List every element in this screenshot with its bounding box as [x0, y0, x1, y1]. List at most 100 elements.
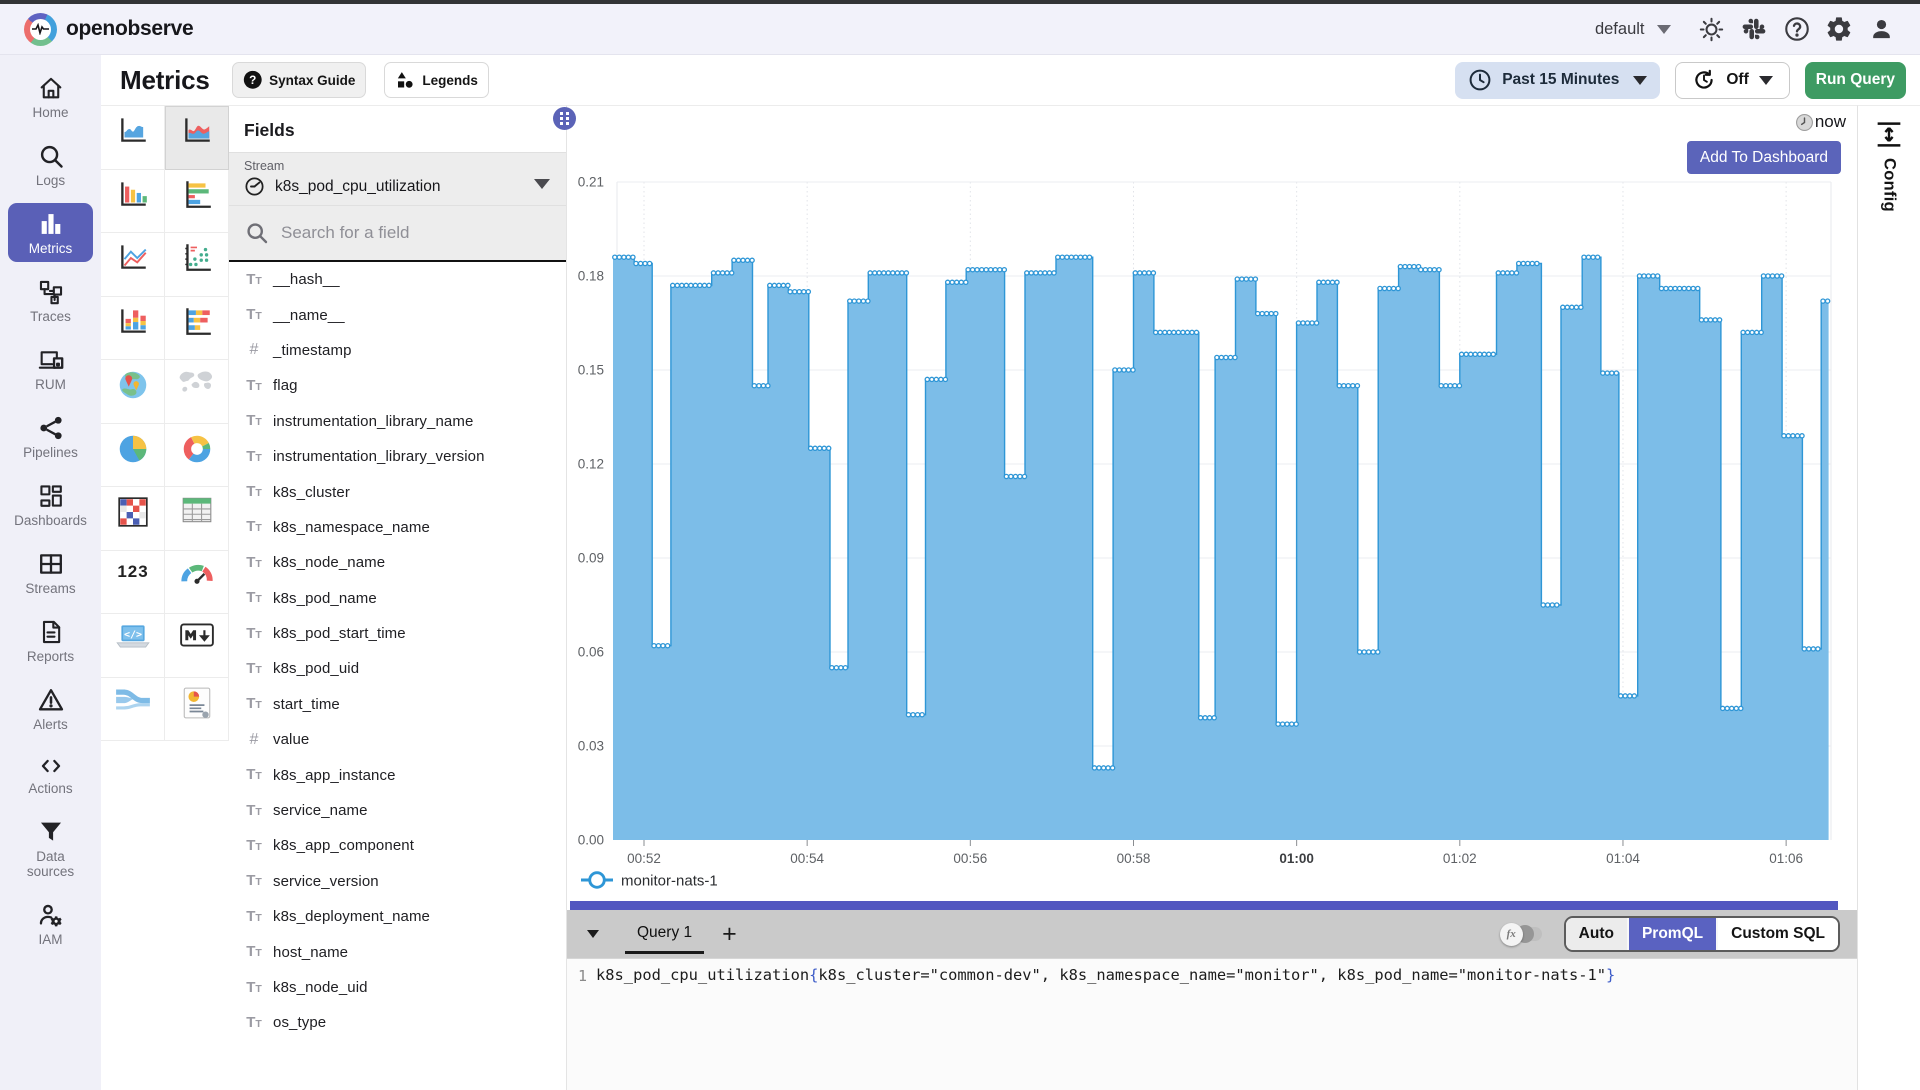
metrics-area-chart[interactable]: 0.000.030.060.090.120.150.180.2100:5200:…	[567, 106, 1857, 901]
field-item-__hash__[interactable]: TT__hash__	[229, 262, 566, 297]
chart-type-heatmap-icon	[116, 495, 150, 529]
field-item-k8s_cluster[interactable]: TTk8s_cluster	[229, 474, 566, 509]
sidebar-item-pipelines[interactable]: Pipelines	[8, 407, 93, 466]
mode-auto-button[interactable]: Auto	[1566, 918, 1629, 950]
legends-button[interactable]: Legends	[384, 62, 489, 98]
field-item-value[interactable]: #value	[229, 722, 566, 757]
sidebar-item-traces[interactable]: Traces	[8, 271, 93, 330]
sidebar-item-metrics[interactable]: Metrics	[8, 203, 93, 262]
chart-type-stacked[interactable]	[101, 297, 165, 361]
field-item-k8s_app_component[interactable]: TTk8s_app_component	[229, 828, 566, 863]
chart-type-markdown[interactable]	[165, 614, 229, 678]
chart-type-area-stacked[interactable]	[165, 106, 229, 170]
sidebar-item-data-sources[interactable]: Datasources	[8, 811, 93, 885]
legend-monitor-nats-1[interactable]: monitor-nats-1	[581, 873, 718, 890]
add-to-dashboard-button[interactable]: Add To Dashboard	[1687, 141, 1841, 174]
mode-custom-sql-button[interactable]: Custom SQL	[1718, 918, 1838, 950]
text-field-icon: TT	[244, 766, 264, 784]
chart-type-custom-chart[interactable]	[165, 678, 229, 742]
topbar: openobserve default	[0, 4, 1920, 55]
sidebar-item-label: Reports	[27, 649, 74, 664]
field-item-k8s_deployment_name[interactable]: TTk8s_deployment_name	[229, 899, 566, 934]
query-toolbar: Query 1 + fx Auto PromQL Custom SQL	[567, 910, 1857, 958]
mode-promql-button[interactable]: PromQL	[1629, 918, 1718, 950]
fields-panel: Fields Stream k8s_pod_cpu_utilization Se…	[229, 105, 567, 1090]
chart-type-table[interactable]	[165, 487, 229, 551]
settings-gear-icon[interactable]	[1818, 8, 1861, 50]
field-item-start_time[interactable]: TTstart_time	[229, 687, 566, 722]
chart-type-gauge[interactable]	[165, 551, 229, 615]
theme-toggle-icon[interactable]	[1691, 8, 1734, 50]
openobserve-logo[interactable]: openobserve	[24, 13, 193, 46]
org-selector[interactable]: default	[1595, 20, 1671, 39]
text-field-icon: TT	[244, 554, 264, 572]
sidebar-item-label: Metrics	[29, 241, 73, 256]
field-item-instrumentation_library_name[interactable]: TTinstrumentation_library_name	[229, 404, 566, 439]
field-item-instrumentation_library_version[interactable]: TTinstrumentation_library_version	[229, 439, 566, 474]
field-item-k8s_pod_uid[interactable]: TTk8s_pod_uid	[229, 651, 566, 686]
config-tab[interactable]: Config	[1875, 120, 1904, 212]
help-icon[interactable]	[1776, 8, 1819, 50]
field-item-__name__[interactable]: TT__name__	[229, 297, 566, 332]
field-item-k8s_app_instance[interactable]: TTk8s_app_instance	[229, 757, 566, 792]
chart-type-h-stacked[interactable]	[165, 297, 229, 361]
query-editor[interactable]: 1 k8s_pod_cpu_utilization{k8s_cluster="c…	[567, 958, 1857, 1090]
chart-type-h-bar[interactable]	[165, 170, 229, 234]
chart-type-maps[interactable]	[165, 360, 229, 424]
sidebar-item-streams[interactable]: Streams	[8, 543, 93, 602]
chart-type-area[interactable]	[101, 106, 165, 170]
syntax-guide-button[interactable]: ? Syntax Guide	[232, 62, 367, 98]
field-item-k8s_node_name[interactable]: TTk8s_node_name	[229, 545, 566, 580]
panel-drag-handle[interactable]	[553, 107, 576, 130]
chart-type-metric-text[interactable]: 123	[101, 551, 165, 615]
stream-select[interactable]: Stream k8s_pod_cpu_utilization	[229, 152, 566, 206]
config-rail: Config	[1857, 105, 1920, 1090]
sidebar-item-reports[interactable]: Reports	[8, 611, 93, 670]
sidebar-item-alerts[interactable]: Alerts	[8, 679, 93, 738]
sidebar-item-logs[interactable]: Logs	[8, 135, 93, 194]
query-tab[interactable]: Query 1	[623, 914, 706, 954]
field-item-flag[interactable]: TTflag	[229, 368, 566, 403]
field-item-_timestamp[interactable]: #_timestamp	[229, 333, 566, 368]
chart-type-donut[interactable]	[165, 424, 229, 488]
sidebar-item-label: Alerts	[33, 717, 68, 732]
field-item-host_name[interactable]: TThost_name	[229, 934, 566, 969]
field-item-k8s_namespace_name[interactable]: TTk8s_namespace_name	[229, 510, 566, 545]
chart-type-sankey[interactable]	[101, 678, 165, 742]
sidebar-item-rum[interactable]: RUM	[8, 339, 93, 398]
sidebar-item-dashboards[interactable]: Dashboards	[8, 475, 93, 534]
field-item-service_version[interactable]: TTservice_version	[229, 864, 566, 899]
auto-refresh-button[interactable]: Off	[1675, 62, 1789, 99]
add-query-button[interactable]: +	[722, 920, 737, 949]
field-search[interactable]: Search for a field	[229, 206, 566, 262]
chart-type-heatmap[interactable]	[101, 487, 165, 551]
refresh-icon	[1692, 68, 1716, 92]
run-query-button[interactable]: Run Query	[1805, 62, 1906, 99]
sidebar-item-home[interactable]: Home	[8, 67, 93, 126]
query-text[interactable]: k8s_pod_cpu_utilization{k8s_cluster="com…	[596, 966, 1615, 1090]
question-mark-icon: ?	[243, 70, 263, 90]
sidebar-item-iam[interactable]: IAM	[8, 894, 93, 953]
field-name: __hash__	[273, 271, 340, 288]
field-item-k8s_pod_name[interactable]: TTk8s_pod_name	[229, 581, 566, 616]
field-item-k8s_pod_start_time[interactable]: TTk8s_pod_start_time	[229, 616, 566, 651]
now-clock-icon	[1795, 113, 1815, 132]
user-profile-icon[interactable]	[1861, 8, 1904, 50]
time-range-button[interactable]: Past 15 Minutes	[1455, 62, 1660, 99]
chart-type-bar[interactable]	[101, 170, 165, 234]
field-name: host_name	[273, 944, 348, 961]
vrl-function-toggle[interactable]: fx	[1500, 923, 1542, 946]
chart-type-pie[interactable]	[101, 424, 165, 488]
chart-type-geomap[interactable]	[101, 360, 165, 424]
field-item-k8s_node_uid[interactable]: TTk8s_node_uid	[229, 970, 566, 1005]
horizontal-splitter[interactable]	[570, 901, 1838, 910]
data-sources-icon	[37, 818, 65, 846]
chart-type-line[interactable]	[101, 233, 165, 297]
field-item-service_name[interactable]: TTservice_name	[229, 793, 566, 828]
field-item-os_type[interactable]: TTos_type	[229, 1005, 566, 1040]
chart-type-scatter[interactable]	[165, 233, 229, 297]
sidebar-item-actions[interactable]: Actions	[8, 747, 93, 802]
chart-type-html[interactable]: </>	[101, 614, 165, 678]
slack-icon[interactable]	[1733, 8, 1776, 50]
collapse-query-icon[interactable]	[587, 930, 599, 938]
